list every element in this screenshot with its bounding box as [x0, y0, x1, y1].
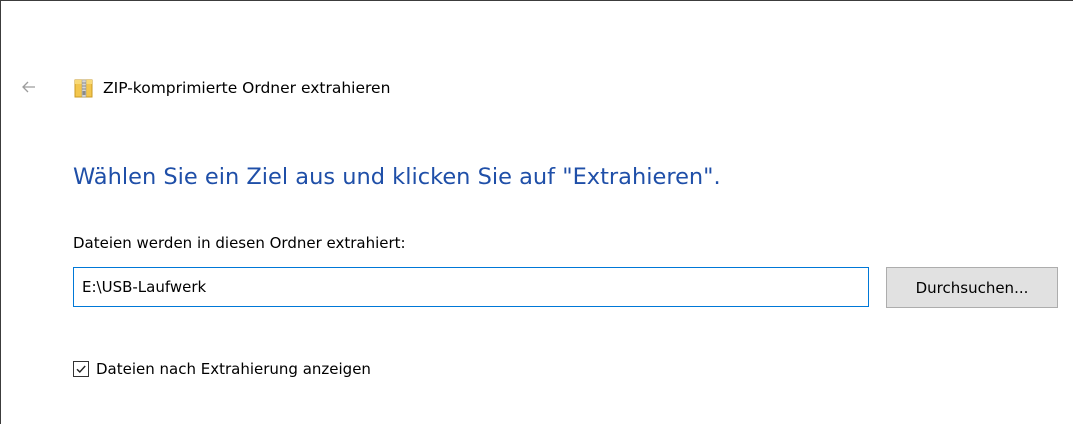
browse-button[interactable]: Durchsuchen...	[886, 267, 1058, 308]
destination-path-input[interactable]	[73, 267, 869, 307]
destination-folder-label: Dateien werden in diesen Ordner extrahie…	[73, 234, 406, 252]
extract-wizard-window: ZIP-komprimierte Ordner extrahieren Wähl…	[0, 0, 1073, 424]
wizard-title: ZIP-komprimierte Ordner extrahieren	[103, 79, 391, 97]
show-files-option[interactable]: Dateien nach Extrahierung anzeigen	[73, 358, 371, 380]
wizard-title-row: ZIP-komprimierte Ordner extrahieren	[73, 77, 390, 99]
show-files-label: Dateien nach Extrahierung anzeigen	[96, 360, 371, 378]
checkmark-icon	[76, 365, 86, 374]
show-files-checkbox[interactable]	[73, 361, 89, 377]
back-button[interactable]	[16, 76, 42, 98]
zip-folder-icon	[74, 79, 93, 98]
arrow-left-icon	[22, 81, 35, 93]
page-heading: Wählen Sie ein Ziel aus und klicken Sie …	[73, 164, 721, 190]
